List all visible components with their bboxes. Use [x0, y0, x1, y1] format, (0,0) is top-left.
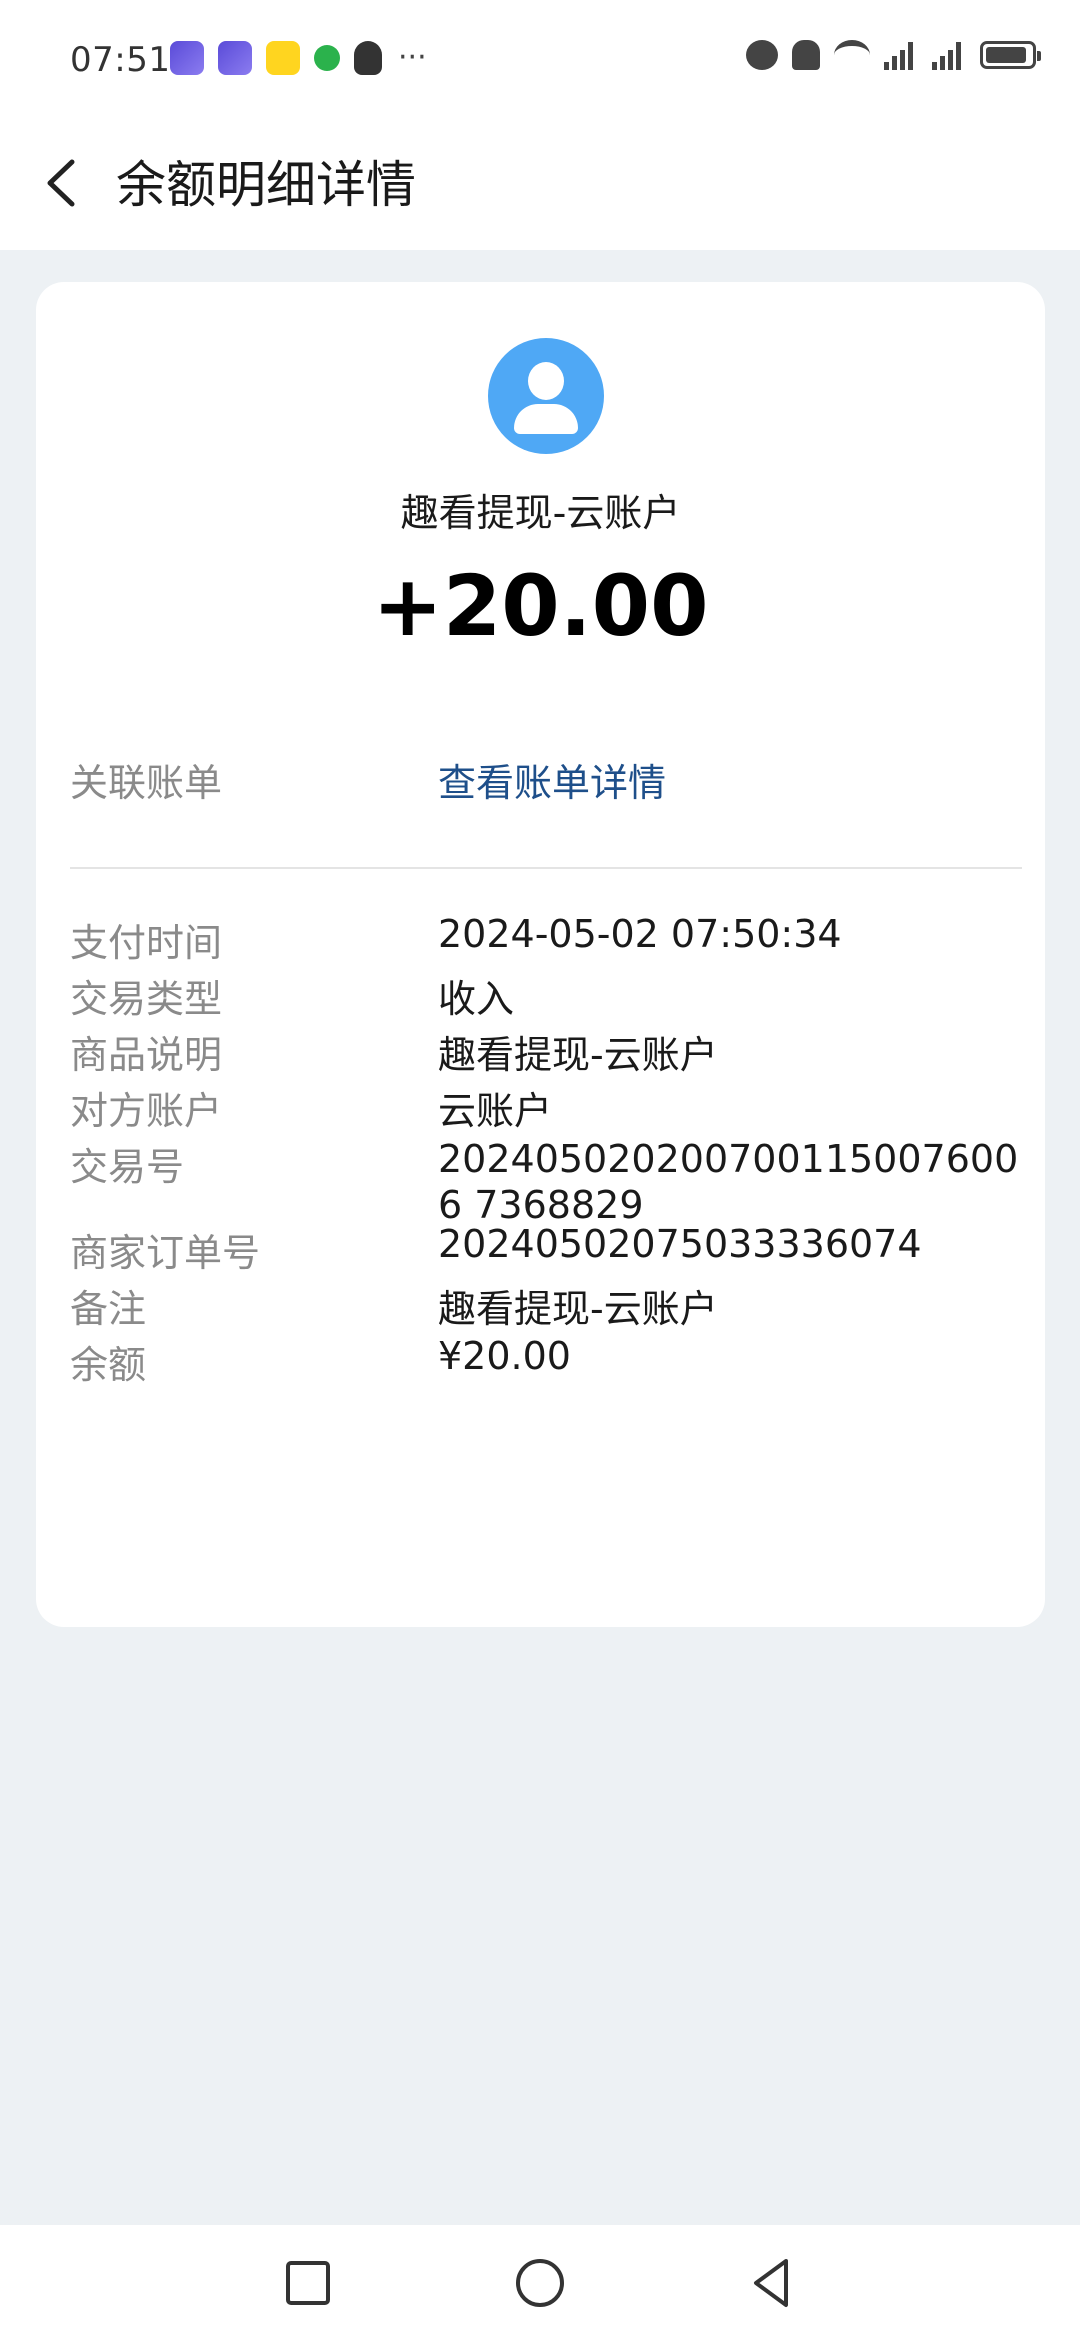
status-bar: 07:51 ···	[0, 0, 1080, 120]
detail-label: 余额	[70, 1343, 147, 1387]
detail-label: 备注	[70, 1287, 147, 1331]
detail-label: 交易类型	[70, 977, 223, 1021]
mute-bell-icon	[792, 40, 820, 70]
back-triangle-icon[interactable]	[742, 2253, 802, 2313]
alarm-icon	[746, 40, 778, 70]
notification-icons: ···	[170, 40, 427, 75]
detail-label: 商家订单号	[70, 1231, 261, 1275]
detail-label: 商品说明	[70, 1033, 223, 1077]
detail-value: 趣看提现-云账户	[438, 1033, 718, 1077]
app-icon	[170, 40, 204, 75]
app-icon	[218, 40, 252, 75]
signal-4g-icon	[932, 40, 966, 70]
more-notifications-icon: ···	[398, 40, 427, 75]
transaction-card: 趣看提现-云账户 +20.00 关联账单 查看账单详情 支付时间 2024-05…	[36, 282, 1045, 1627]
wifi-icon	[834, 40, 870, 70]
detail-value: 20240502075033336074	[438, 1222, 922, 1266]
app-icon	[266, 40, 300, 75]
home-icon[interactable]	[510, 2253, 570, 2313]
back-arrow-icon[interactable]	[30, 148, 100, 218]
view-bill-details-link[interactable]: 查看账单详情	[438, 752, 666, 807]
header: 余额明细详情	[0, 120, 1080, 250]
detail-label: 交易号	[70, 1145, 185, 1189]
detail-value: 2024050202007001150076006 7368829	[438, 1137, 1019, 1227]
detail-value: 云账户	[438, 1089, 553, 1133]
detail-label: 对方账户	[70, 1089, 223, 1133]
detail-value: 2024-05-02 07:50:34	[438, 912, 842, 956]
page-title: 余额明细详情	[116, 156, 416, 214]
linked-bill-label: 关联账单	[70, 761, 223, 805]
status-time: 07:51	[70, 40, 171, 80]
detail-value: 趣看提现-云账户	[438, 1287, 718, 1331]
avatar-icon	[488, 338, 604, 454]
wechat-icon	[314, 44, 340, 71]
detail-value: ¥20.00	[438, 1334, 571, 1378]
transaction-amount: +20.00	[372, 557, 709, 655]
system-nav-bar	[0, 2225, 1080, 2340]
system-icons	[746, 40, 1041, 70]
detail-value: 收入	[438, 977, 515, 1021]
recent-apps-icon[interactable]	[278, 2253, 338, 2313]
linked-bill-row: 关联账单 查看账单详情	[70, 752, 1010, 812]
signal-5g-icon	[884, 40, 918, 70]
detail-label: 支付时间	[70, 921, 223, 965]
qq-icon	[354, 40, 382, 75]
divider	[70, 867, 1022, 869]
battery-icon	[980, 41, 1041, 69]
counterparty-name: 趣看提现-云账户	[400, 491, 681, 535]
